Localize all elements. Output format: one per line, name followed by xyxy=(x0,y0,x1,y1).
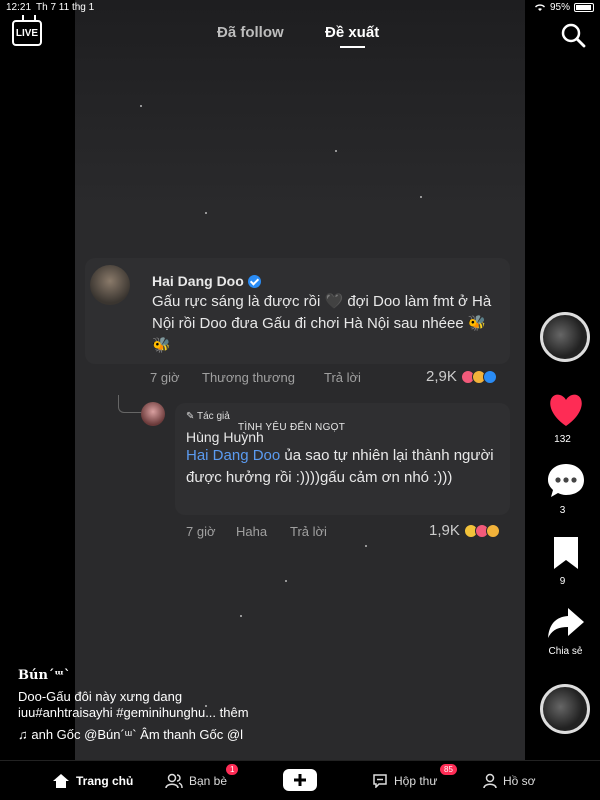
reply-author-name[interactable]: Hùng Huỳnh xyxy=(186,429,264,445)
comment-text: Gấu rực sáng là được rồi 🖤 đợi Doo làm f… xyxy=(152,293,492,354)
create-button[interactable] xyxy=(280,769,317,791)
friends-badge: 1 xyxy=(226,764,239,775)
nav-inbox-label: Hộp thư xyxy=(394,773,438,788)
like-count: 132 xyxy=(554,434,571,445)
profile-icon xyxy=(483,773,497,789)
star xyxy=(240,615,242,617)
bookmark-icon[interactable] xyxy=(551,534,581,572)
bottom-navigation: Trang chủ Bạn bè 1 Hộp thư 85 Hồ sơ xyxy=(0,760,600,800)
reply-likes[interactable]: 1,9K xyxy=(429,522,460,539)
wifi-icon xyxy=(534,4,545,11)
nav-home[interactable]: Trang chủ xyxy=(52,773,133,789)
nav-inbox[interactable]: Hộp thư xyxy=(372,773,437,788)
video-top-gradient xyxy=(75,0,525,210)
pencil-icon: ✎ xyxy=(186,411,195,422)
tab-for-you[interactable]: Đề xuất xyxy=(325,24,379,48)
comment-author[interactable]: Hai Dang Doo xyxy=(152,273,261,291)
search-icon[interactable] xyxy=(560,22,586,48)
comment-likes[interactable]: 2,9K xyxy=(426,368,457,385)
comment-reaction-button[interactable]: Thương thương xyxy=(202,370,295,385)
nav-profile[interactable]: Hồ sơ xyxy=(483,773,536,789)
caption-line1: Doo-Gấu đôi này xưng dang xyxy=(18,689,183,704)
star xyxy=(365,545,367,547)
caption-username[interactable]: Bún´ᵚ` xyxy=(18,668,70,683)
reply-author-avatar[interactable] xyxy=(141,402,165,426)
live-button[interactable]: LIVE xyxy=(12,20,42,46)
plus-icon xyxy=(294,774,306,786)
star xyxy=(205,212,207,214)
nav-profile-label: Hồ sơ xyxy=(503,774,536,788)
reply-time: 7 giờ xyxy=(186,524,216,539)
save-count: 9 xyxy=(559,576,566,587)
inbox-badge: 85 xyxy=(440,764,457,775)
share-label: Chia sẻ xyxy=(548,646,583,657)
live-label: LIVE xyxy=(15,27,39,39)
share-icon[interactable] xyxy=(546,606,586,640)
tab-following[interactable]: Đã follow xyxy=(217,24,284,41)
music-disc[interactable] xyxy=(540,684,590,734)
reply-reply-button[interactable]: Trả lời xyxy=(290,524,327,539)
star xyxy=(335,150,337,152)
friends-icon xyxy=(165,773,183,789)
music-ticker[interactable]: ♫ anh Gốc @Bún´ᵚ` Âm thanh Gốc @l xyxy=(18,727,243,742)
comment-author-name: Hai Dang Doo xyxy=(152,273,244,289)
commenter-avatar[interactable] xyxy=(90,265,130,305)
battery-percent: 95% xyxy=(549,2,570,13)
nav-friends[interactable]: Bạn bè xyxy=(165,773,227,789)
caption-line2[interactable]: iuu#anhtraisayhi #geminihunghu... thêm xyxy=(18,705,249,720)
nav-home-label: Trang chủ xyxy=(76,774,134,788)
heart-icon[interactable] xyxy=(547,392,585,428)
home-icon xyxy=(53,774,69,788)
inbox-icon xyxy=(373,774,387,788)
star xyxy=(420,196,422,198)
nav-friends-label: Bạn bè xyxy=(189,774,228,788)
battery-icon xyxy=(574,3,594,12)
status-time: 12:21 xyxy=(6,2,32,13)
status-right: 95% xyxy=(534,2,594,13)
video-player[interactable] xyxy=(75,0,525,760)
thumbs-up-reaction-icon xyxy=(483,370,497,384)
comment-icon[interactable] xyxy=(546,462,586,500)
love-face-reaction-icon xyxy=(486,524,500,538)
status-bar: 12:21 Th 7 11 thg 1 95% xyxy=(0,0,600,16)
star xyxy=(285,580,287,582)
star xyxy=(140,105,142,107)
status-date: Th 7 11 thg 1 xyxy=(36,2,95,13)
reply-mention[interactable]: Hai Dang Doo xyxy=(186,447,280,464)
creator-avatar[interactable] xyxy=(540,312,590,362)
author-tag: ✎ Tác giả xyxy=(186,411,230,422)
comment-count: 3 xyxy=(559,505,566,516)
comment-reply-button[interactable]: Trả lời xyxy=(324,370,361,385)
reply-reaction-icons xyxy=(464,523,500,541)
reply-reaction-button[interactable]: Haha xyxy=(236,524,267,539)
verified-icon xyxy=(247,275,261,288)
comment-reaction-icons xyxy=(461,369,497,387)
comment-time: 7 giờ xyxy=(150,370,180,385)
reply-text: Hai Dang Doo ủa sao tự nhiên lại thành n… xyxy=(186,445,501,489)
author-tag-label: Tác giả xyxy=(197,411,230,422)
